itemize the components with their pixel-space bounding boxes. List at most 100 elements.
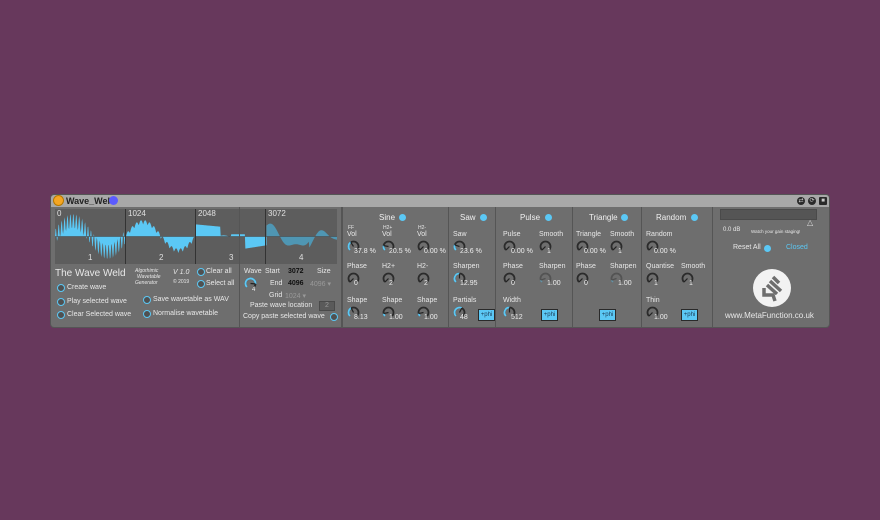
save-wav-label: Save wavetable as WAV (153, 296, 229, 303)
pulse-sharpen-value: 1.00 (547, 280, 561, 287)
random-label: Random (646, 231, 673, 238)
knob-arc (347, 307, 352, 317)
clear-selected-toggle[interactable] (57, 311, 65, 319)
sine-enable-led[interactable] (399, 214, 406, 221)
triangle-panel: Triangle Triangle 0.00 % Smooth 1 Phase … (573, 207, 642, 327)
h2p-value: 2 (389, 280, 393, 287)
start-value[interactable]: 3072 (288, 268, 304, 275)
knob-pointer (350, 241, 355, 247)
save-icon[interactable]: ■ (819, 197, 827, 205)
start-label: Start (265, 268, 280, 275)
knob-pointer (648, 278, 653, 283)
end-label: End (270, 280, 283, 287)
shape-h2p-label: Shape (382, 297, 403, 304)
sine-header: Sine (379, 213, 396, 222)
saw-phi-button[interactable]: +phi (478, 309, 495, 321)
sharpen-value: 12.95 (460, 280, 478, 287)
triangle-phi-button[interactable]: +phi (599, 309, 616, 321)
gain-hint: Watch your gain staging! (751, 229, 801, 234)
device-hand-icon (109, 196, 118, 205)
triangle-header: Triangle (589, 213, 618, 222)
preset-icon[interactable]: ⟳ (808, 197, 816, 205)
hot-swap-icon[interactable]: ⇄ (797, 197, 805, 205)
wave-segment-2[interactable]: 1024 2 (125, 209, 196, 264)
knob-pointer (648, 312, 653, 317)
reset-all-button[interactable] (764, 245, 771, 252)
triangle-label: Triangle (576, 231, 602, 238)
segment-index: 2 (159, 253, 164, 262)
device-power-button[interactable] (54, 196, 63, 205)
triangle-value: 0.00 % (584, 248, 606, 255)
normalise-toggle[interactable] (143, 310, 151, 318)
vol-h2m-value: 0.00 % (424, 248, 446, 255)
partials-label: Partials (453, 297, 477, 304)
reset-all-label: Reset All (733, 244, 761, 251)
h2m-knob-label: H2- (417, 263, 429, 270)
shape-h2m-label: Shape (417, 297, 438, 304)
triangle-smooth-value: 1 (618, 248, 622, 255)
knob-pointer (683, 278, 688, 283)
pulse-panel: Pulse Pulse 0.00 % Smooth 1 Phase 0 Shar… (496, 207, 573, 327)
knob-pointer (419, 246, 424, 251)
random-enable-led[interactable] (691, 214, 698, 221)
play-selected-toggle[interactable] (57, 298, 65, 306)
knob-pointer (349, 278, 354, 283)
vol-h2m-label: Vol (417, 231, 427, 238)
paste-location-input[interactable]: 2 (319, 301, 335, 311)
tagline-3: Generator (135, 280, 158, 286)
quantise-value: 1 (654, 280, 658, 287)
width-value: 512 (511, 314, 523, 321)
pulse-header: Pulse (520, 213, 541, 222)
product-name: The Wave Weld (55, 268, 126, 279)
grid-value: 1024 (285, 293, 301, 300)
end-value[interactable]: 4096 (288, 280, 304, 287)
knob-pointer (350, 307, 355, 313)
pulse-phi-button[interactable]: +phi (541, 309, 558, 321)
triangle-sharpen-value: 1.00 (618, 280, 632, 287)
pulse-smooth-label: Smooth (539, 231, 564, 238)
width-label: Width (503, 297, 521, 304)
wave-value: 4 (252, 287, 256, 293)
create-wave-toggle[interactable] (57, 284, 65, 292)
random-panel: Random Random 0.00 % Quantise 1 Smooth 1… (642, 207, 713, 327)
segment-index: 3 (229, 253, 234, 262)
random-value: 0.00 % (654, 248, 676, 255)
size-dropdown[interactable]: 4096 ▾ (310, 280, 331, 288)
website-link[interactable]: www.MetaFunction.co.uk (725, 311, 814, 320)
shape-ff-label: Shape (347, 297, 368, 304)
saw-value: 23.6 % (460, 248, 482, 255)
triangle-phase-value: 0 (584, 280, 588, 287)
triangle-smooth-label: Smooth (610, 231, 635, 238)
grid-dropdown[interactable]: 1024 ▾ (285, 292, 306, 300)
h2p-knob-label: H2+ (382, 263, 396, 270)
logo-icon (762, 275, 783, 302)
knob-pointer (419, 278, 424, 283)
knob-pointer (505, 278, 510, 283)
clear-all-toggle[interactable] (197, 268, 205, 276)
paste-location-label: Paste wave location (250, 302, 313, 309)
triangle-enable-led[interactable] (621, 214, 628, 221)
saw-label: Saw (453, 231, 467, 238)
gain-slider-thumb[interactable]: △ (807, 218, 813, 227)
device-wave-weld: Wave_Weld ⇄ ⟳ ■ 0 1 1024 2 2048 3 3072 4… (51, 195, 829, 327)
saw-panel: Saw Saw 23.6 % Sharpen 12.95 Partials 48… (448, 207, 496, 327)
state-label[interactable]: Closed (786, 244, 808, 251)
random-phi-button[interactable]: +phi (681, 309, 698, 321)
vol-ff-label: Vol (347, 231, 357, 238)
pulse-sharpen-label: Sharpen (539, 263, 566, 270)
triangle-sharpen-label: Sharpen (610, 263, 637, 270)
quantise-label: Quantise (646, 263, 675, 270)
play-selected-label: Play selected wave (67, 298, 127, 305)
knob-arc (503, 306, 510, 317)
copy-paste-toggle[interactable] (330, 313, 338, 321)
knob-pointer (505, 246, 510, 251)
save-wav-toggle[interactable] (143, 296, 151, 304)
saw-enable-led[interactable] (480, 214, 487, 221)
pulse-enable-led[interactable] (545, 214, 552, 221)
random-smooth-label: Smooth (681, 263, 706, 270)
shape-h2p-value: 1.00 (389, 314, 403, 321)
metafunction-logo (753, 269, 791, 307)
select-all-toggle[interactable] (197, 280, 205, 288)
db-value: 0.0 dB (723, 227, 741, 233)
wave-segment-1[interactable]: 0 1 (55, 209, 125, 264)
